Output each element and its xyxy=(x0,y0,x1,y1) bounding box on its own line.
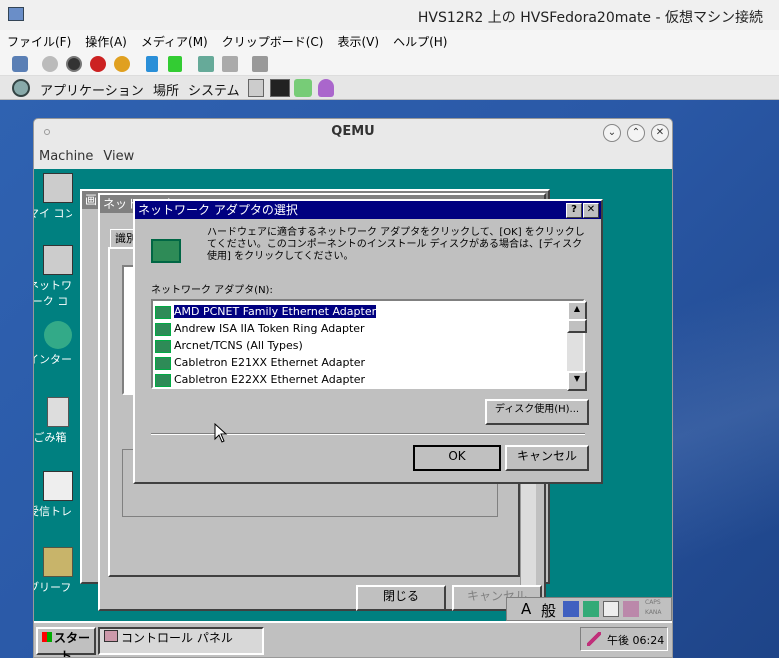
ime-tool-icon[interactable] xyxy=(563,601,579,617)
list-item[interactable]: AMD PCNET Family Ethernet Adapter xyxy=(153,303,583,320)
adapter-label: Arcnet/TCNS (All Types) xyxy=(174,339,303,352)
guest-screen: マイ コンピュータ ネットワーク コンピュータ インターネット ごみ箱 受信トレ… xyxy=(34,169,672,657)
qemu-title: QEMU xyxy=(331,124,375,139)
host-app-icon xyxy=(8,7,24,21)
mouse-cursor-icon xyxy=(214,423,228,443)
briefcase-label: ブリーフケース xyxy=(34,581,72,594)
host-window-title: HVS12R2 上の HVSFedora20mate - 仮想マシン接続 xyxy=(417,10,763,26)
adapter-icon xyxy=(155,339,171,353)
qemu-menu-machine[interactable]: Machine xyxy=(34,145,98,168)
maximize-icon[interactable]: ⌃ xyxy=(627,124,645,142)
scroll-down-icon[interactable]: ▼ xyxy=(567,371,587,391)
system-tray: 午後 06:24 xyxy=(580,627,668,651)
enhanced-session-icon[interactable] xyxy=(252,56,268,72)
qemu-window: QEMU ⌄ ⌃ ✕ MachineView マイ コンピュータ ネットワーク … xyxy=(33,118,673,658)
menu-view[interactable]: 表示(V) xyxy=(331,30,387,53)
ime-input-mode-icon[interactable]: A xyxy=(521,600,531,618)
menu-file[interactable]: ファイル(F) xyxy=(0,30,78,53)
internet-label: インターネット xyxy=(34,353,72,366)
adapter-label: Cabletron E21XX Ethernet Adapter xyxy=(174,356,366,369)
fedora-icon xyxy=(12,79,30,97)
close-icon[interactable]: ✕ xyxy=(651,124,669,142)
select-adapter-dialog: ネットワーク アダプタの選択 ? ✕ ハードウェアに適合するネットワーク アダプ… xyxy=(133,199,603,484)
gnome-menu-applications[interactable]: アプリケーション xyxy=(40,80,144,99)
checkpoint-icon[interactable] xyxy=(198,56,214,72)
gnome-panel: アプリケーション 場所 システム xyxy=(0,76,779,100)
adapter-label: Andrew ISA IIA Token Ring Adapter xyxy=(174,322,365,335)
power-icon[interactable] xyxy=(114,56,130,72)
cancel-button[interactable]: キャンセル xyxy=(505,445,589,471)
menu-help[interactable]: ヘルプ(H) xyxy=(386,30,454,53)
power-off-gray-icon[interactable] xyxy=(42,56,58,72)
list-item[interactable]: Cabletron E21XX Ethernet Adapter xyxy=(153,354,583,371)
adapter-list-label: ネットワーク アダプタ(N): xyxy=(151,285,273,296)
help-button[interactable]: ? xyxy=(566,203,582,218)
list-item[interactable]: Cabletron E22XX Ethernet Adapter xyxy=(153,371,583,388)
recycle-bin-label: ごみ箱 xyxy=(34,431,67,444)
image-viewer-icon[interactable] xyxy=(294,79,312,97)
adapter-list[interactable]: AMD PCNET Family Ethernet Adapter Andrew… xyxy=(151,299,587,391)
qemu-menu-view[interactable]: View xyxy=(98,145,139,168)
start-label: スタート xyxy=(53,631,90,657)
control-panel-icon xyxy=(104,630,118,642)
adapter-icon xyxy=(155,373,171,387)
ime-dictionary-icon[interactable] xyxy=(583,601,599,617)
scroll-up-icon[interactable]: ▲ xyxy=(567,301,587,321)
dialog-title: ネットワーク アダプタの選択 xyxy=(138,203,298,217)
list-scrollbar[interactable]: ▲ ▼ xyxy=(567,301,587,391)
ctrl-alt-del-icon[interactable] xyxy=(12,56,28,72)
network-adapter-icon xyxy=(151,239,181,263)
bg-scrollbar[interactable] xyxy=(520,465,536,595)
network-label: ネットワーク コンピュータ xyxy=(34,279,72,305)
dialog-instructions: ハードウェアに適合するネットワーク アダプタをクリックして、[OK] をクリック… xyxy=(207,227,585,262)
bg-window-title-a: 画 xyxy=(85,193,98,207)
terminal-icon[interactable] xyxy=(270,79,290,97)
pause-icon[interactable] xyxy=(146,56,158,72)
minimize-icon[interactable]: ⌄ xyxy=(603,124,621,142)
my-computer-label: マイ コンピュータ xyxy=(34,207,72,220)
inbox-label: 受信トレイ xyxy=(34,505,72,518)
caps-indicator: CAPS xyxy=(645,599,661,606)
clock: 午後 06:24 xyxy=(607,634,665,647)
ime-toolbar: A 般 CAPS KANA xyxy=(506,597,672,621)
close-button[interactable]: 閉じる xyxy=(356,585,446,611)
ime-pad-icon[interactable] xyxy=(603,601,619,617)
adapter-icon xyxy=(155,305,171,319)
host-toolbar xyxy=(0,52,779,76)
adapter-icon xyxy=(155,356,171,370)
menu-clipboard[interactable]: クリップボード(C) xyxy=(215,30,331,53)
revert-icon[interactable] xyxy=(222,56,238,72)
kana-indicator: KANA xyxy=(645,609,662,616)
adapter-label: Cabletron E22XX Ethernet Adapter xyxy=(174,373,366,386)
pidgin-icon[interactable] xyxy=(318,79,334,97)
resume-icon[interactable] xyxy=(168,56,182,72)
adapter-label: AMD PCNET Family Ethernet Adapter xyxy=(174,305,377,318)
launcher-icon[interactable] xyxy=(248,79,264,97)
ok-button[interactable]: OK xyxy=(413,445,501,471)
menu-media[interactable]: メディア(M) xyxy=(134,30,215,53)
host-menu-bar: ファイル(F) 操作(A) メディア(M) クリップボード(C) 表示(V) ヘルプ(H) xyxy=(0,30,779,52)
menu-action[interactable]: 操作(A) xyxy=(78,30,134,53)
windows-logo-icon xyxy=(41,632,52,642)
dialog-caption: ネットワーク アダプタの選択 xyxy=(135,201,601,219)
task-label: コントロール パネル xyxy=(121,631,233,645)
taskbar-task-control-panel[interactable]: コントロール パネル xyxy=(98,627,264,655)
guest-taskbar: スタート コントロール パネル 午後 06:24 xyxy=(34,621,672,657)
host-title-bar: HVS12R2 上の HVSFedora20mate - 仮想マシン接続 xyxy=(0,0,779,30)
stop-icon[interactable] xyxy=(66,56,82,72)
pen-icon[interactable] xyxy=(587,632,601,646)
list-item[interactable]: Andrew ISA IIA Token Ring Adapter xyxy=(153,320,583,337)
gnome-menu-places[interactable]: 場所 xyxy=(153,80,179,99)
gnome-menu-system[interactable]: システム xyxy=(188,80,240,99)
start-button[interactable]: スタート xyxy=(36,627,96,657)
ime-help-icon[interactable] xyxy=(623,601,639,617)
adapter-icon xyxy=(155,322,171,336)
scroll-thumb[interactable] xyxy=(567,319,587,333)
qemu-menu-bar: Machine View xyxy=(34,145,672,169)
list-item[interactable]: Arcnet/TCNS (All Types) xyxy=(153,337,583,354)
ime-conversion-mode-icon[interactable]: 般 xyxy=(541,600,556,621)
dialog-close-button[interactable]: ✕ xyxy=(583,203,599,218)
have-disk-button[interactable]: ディスク使用(H)... xyxy=(485,399,589,425)
shutdown-icon[interactable] xyxy=(90,56,106,72)
